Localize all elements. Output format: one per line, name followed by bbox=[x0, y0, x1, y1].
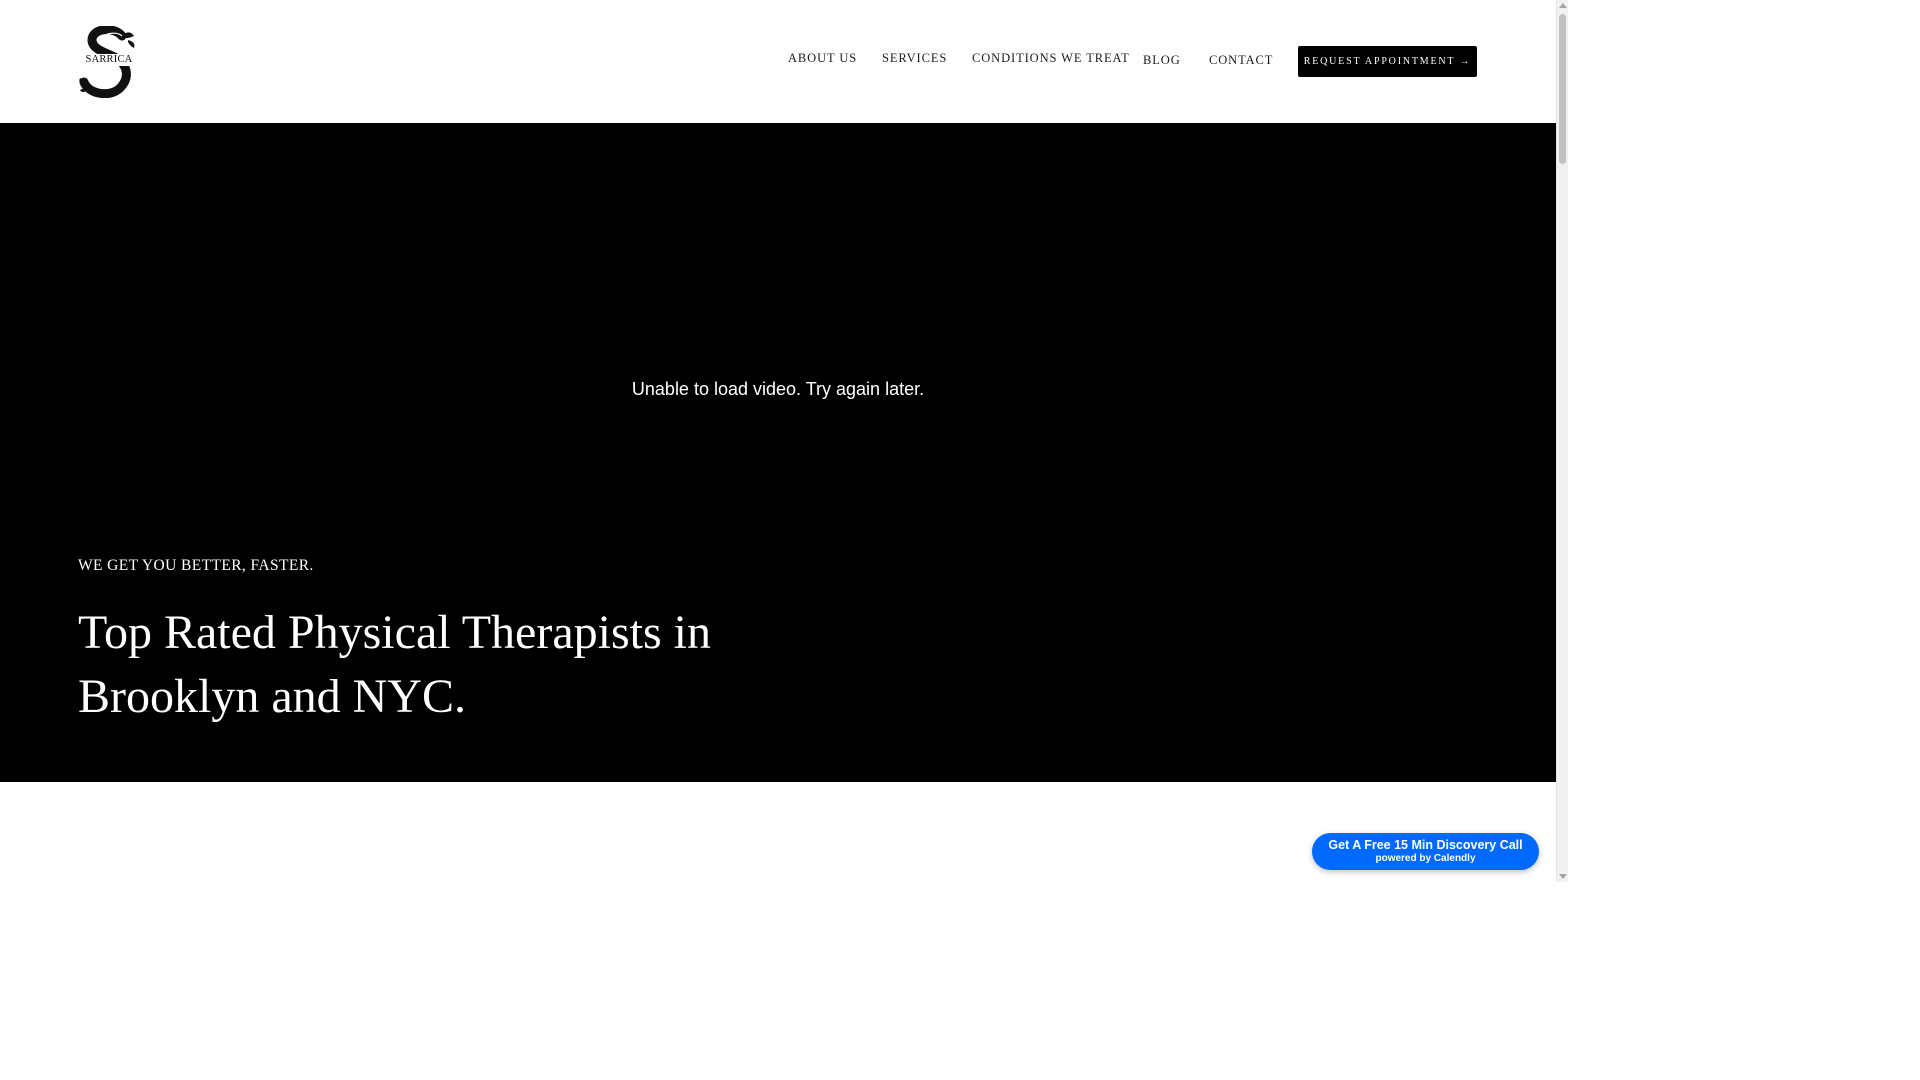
calendly-sub-label: powered by Calendly bbox=[1375, 853, 1476, 864]
calendly-discovery-call-button[interactable]: Get A Free 15 Min Discovery Call powered… bbox=[1312, 833, 1539, 870]
request-appointment-button[interactable]: REQUEST APPOINTMENT → bbox=[1298, 46, 1477, 77]
hero-title: Top Rated Physical Therapists in Brookly… bbox=[78, 606, 711, 723]
video-error-message: Unable to load video. Try again later. bbox=[631, 379, 925, 399]
page: SARRICA ABOUT US SERVICES CONDITIONS WE … bbox=[0, 0, 1568, 882]
page-scrollbar[interactable] bbox=[1556, 0, 1568, 882]
nav-conditions-we-treat[interactable]: CONDITIONS WE TREAT bbox=[972, 51, 1130, 66]
nav-contact[interactable]: CONTACT bbox=[1209, 53, 1273, 68]
scroll-up-icon[interactable] bbox=[1559, 3, 1567, 8]
hero-video-section: Unable to load video. Try again later. W… bbox=[0, 123, 1556, 782]
site-header: SARRICA ABOUT US SERVICES CONDITIONS WE … bbox=[0, 0, 1556, 123]
scrollbar-thumb[interactable] bbox=[1559, 14, 1566, 164]
nav-services[interactable]: SERVICES bbox=[882, 51, 947, 66]
scroll-down-icon[interactable] bbox=[1559, 874, 1567, 879]
hero-tagline: WE GET YOU BETTER, FASTER. bbox=[78, 557, 314, 574]
nav-about-us[interactable]: ABOUT US bbox=[788, 51, 857, 66]
main-nav: ABOUT US SERVICES CONDITIONS WE TREAT BL… bbox=[0, 51, 1300, 72]
nav-blog[interactable]: BLOG bbox=[1143, 53, 1181, 68]
calendly-main-label: Get A Free 15 Min Discovery Call bbox=[1328, 838, 1523, 852]
